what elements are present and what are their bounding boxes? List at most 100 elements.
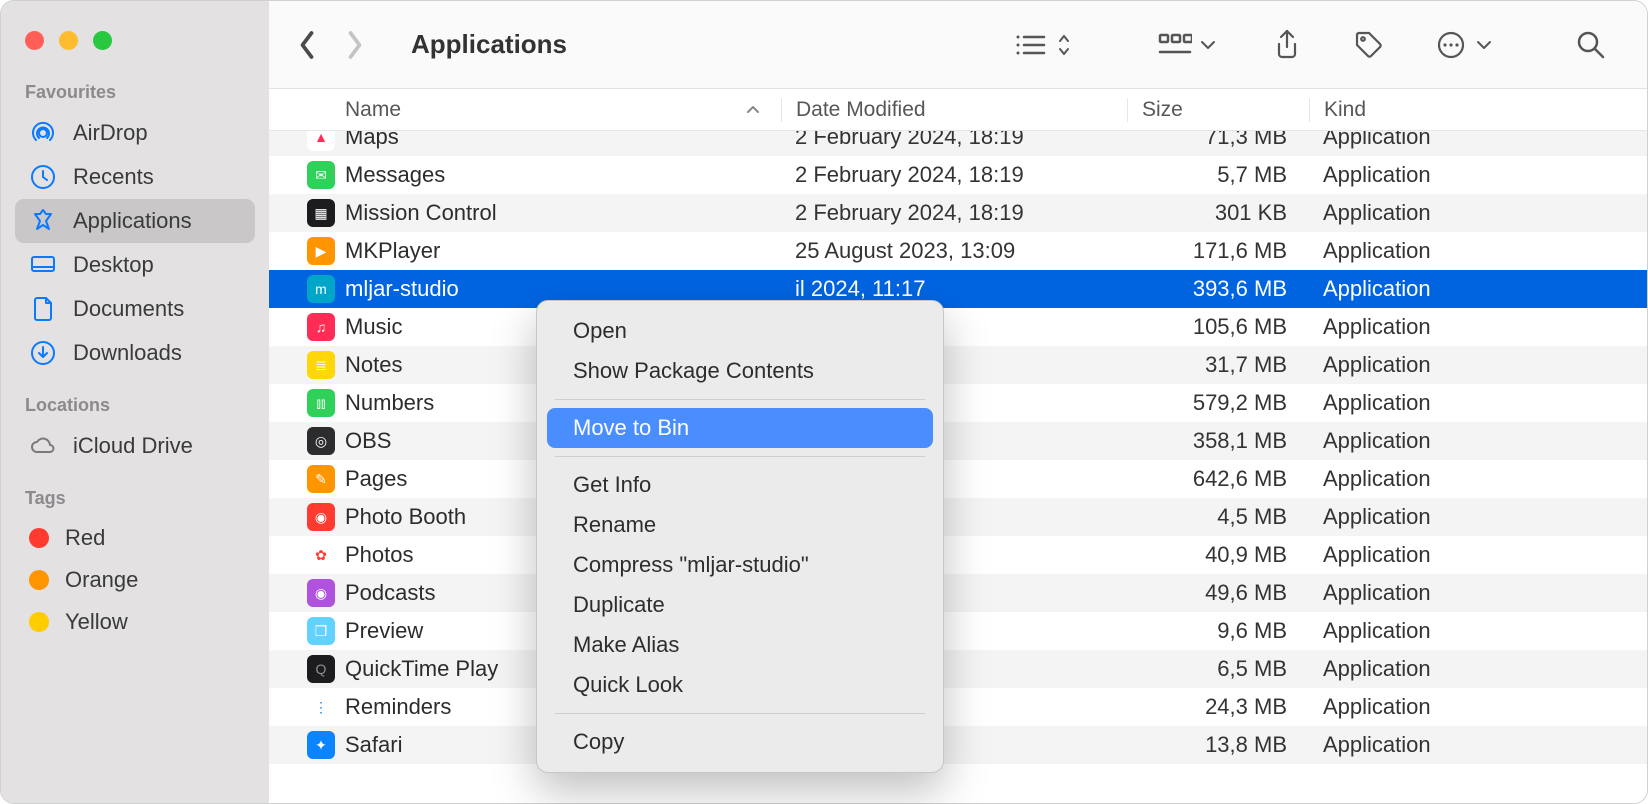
- sidebar-item-desktop[interactable]: Desktop: [15, 243, 255, 287]
- file-kind: Application: [1309, 428, 1647, 454]
- file-icon-cell: ✉︎: [269, 161, 345, 189]
- column-header-name[interactable]: Name: [269, 98, 781, 122]
- chevron-left-icon: [297, 30, 317, 60]
- context-menu-item-open[interactable]: Open: [547, 311, 933, 351]
- file-date-modified: 2 February 2024, 18:19: [781, 200, 1127, 226]
- column-header-date[interactable]: Date Modified: [781, 98, 1127, 122]
- file-row[interactable]: ≣ Notes 2024, 18:19 31,7 MB Application: [269, 346, 1647, 384]
- file-row[interactable]: ▲ Maps 2 February 2024, 18:19 71,3 MB Ap…: [269, 131, 1647, 156]
- search-button[interactable]: [1563, 17, 1619, 73]
- file-size: 5,7 MB: [1127, 162, 1309, 188]
- file-icon-cell: m: [269, 275, 345, 303]
- sidebar-item-recents[interactable]: Recents: [15, 155, 255, 199]
- context-menu-item-copy[interactable]: Copy: [547, 722, 933, 762]
- close-window-button[interactable]: [25, 31, 44, 50]
- context-menu-item-compress-mljar-studio[interactable]: Compress "mljar-studio": [547, 545, 933, 585]
- file-size: 40,9 MB: [1127, 542, 1309, 568]
- fullscreen-window-button[interactable]: [93, 31, 112, 50]
- file-row[interactable]: ♫ Music 2024, 18:19 105,6 MB Application: [269, 308, 1647, 346]
- file-row[interactable]: ✉︎ Messages 2 February 2024, 18:19 5,7 M…: [269, 156, 1647, 194]
- sidebar-item-applications[interactable]: Applications: [15, 199, 255, 243]
- sidebar-item-airdrop[interactable]: AirDrop: [15, 111, 255, 155]
- file-row[interactable]: ✦ Safari 2024, 18:19 13,8 MB Application: [269, 726, 1647, 764]
- sidebar-item-red[interactable]: Red: [15, 517, 255, 559]
- context-menu-item-duplicate[interactable]: Duplicate: [547, 585, 933, 625]
- file-kind: Application: [1309, 238, 1647, 264]
- tag-dot-icon: [29, 612, 49, 632]
- file-row[interactable]: ❐ Preview 2024, 18:19 9,6 MB Application: [269, 612, 1647, 650]
- grid-group-icon: [1158, 32, 1192, 58]
- sidebar-item-documents[interactable]: Documents: [15, 287, 255, 331]
- file-row[interactable]: ✿ Photos 2024, 18:19 40,9 MB Application: [269, 536, 1647, 574]
- file-name: MKPlayer: [345, 238, 781, 264]
- minimize-window-button[interactable]: [59, 31, 78, 50]
- forward-button[interactable]: [335, 25, 375, 65]
- file-kind: Application: [1309, 314, 1647, 340]
- file-size: 31,7 MB: [1127, 352, 1309, 378]
- context-menu-separator: [555, 713, 925, 714]
- file-row[interactable]: ◉ Photo Booth 2024, 18:19 4,5 MB Applica…: [269, 498, 1647, 536]
- tags-button[interactable]: [1341, 17, 1397, 73]
- file-row[interactable]: ◉ Podcasts 2024, 18:19 49,6 MB Applicati…: [269, 574, 1647, 612]
- file-row[interactable]: ⫾⫾ Numbers 2023, 11:32 579,2 MB Applicat…: [269, 384, 1647, 422]
- back-button[interactable]: [287, 25, 327, 65]
- app-icon: ◉: [307, 579, 335, 607]
- file-row[interactable]: ✎ Pages 2023, 11:32 642,6 MB Application: [269, 460, 1647, 498]
- file-icon-cell: Q: [269, 655, 345, 683]
- file-row[interactable]: m mljar-studio il 2024, 11:17 393,6 MB A…: [269, 270, 1647, 308]
- context-menu-item-show-package-contents[interactable]: Show Package Contents: [547, 351, 933, 391]
- file-kind: Application: [1309, 542, 1647, 568]
- chevron-down-icon: [1200, 39, 1216, 51]
- column-header-row: Name Date Modified Size Kind: [269, 89, 1647, 131]
- file-row[interactable]: ⋮ Reminders 2024, 18:19 24,3 MB Applicat…: [269, 688, 1647, 726]
- sidebar-item-label: Downloads: [73, 340, 182, 366]
- file-size: 105,6 MB: [1127, 314, 1309, 340]
- group-by-control[interactable]: [1129, 17, 1219, 73]
- column-header-size[interactable]: Size: [1127, 98, 1309, 122]
- sidebar-item-label: AirDrop: [73, 120, 148, 146]
- file-icon-cell: ✎: [269, 465, 345, 493]
- share-icon: [1273, 28, 1301, 62]
- share-button[interactable]: [1259, 17, 1315, 73]
- file-name: mljar-studio: [345, 276, 781, 302]
- context-menu-item-get-info[interactable]: Get Info: [547, 465, 933, 505]
- file-size: 6,5 MB: [1127, 656, 1309, 682]
- context-menu-separator: [555, 456, 925, 457]
- file-kind: Application: [1309, 276, 1647, 302]
- context-menu-item-move-to-bin[interactable]: Move to Bin: [547, 408, 933, 448]
- file-kind: Application: [1309, 618, 1647, 644]
- context-menu-item-rename[interactable]: Rename: [547, 505, 933, 545]
- sidebar-section-tags: Tags: [1, 482, 269, 517]
- file-size: 579,2 MB: [1127, 390, 1309, 416]
- file-kind: Application: [1309, 466, 1647, 492]
- app-icon: m: [307, 275, 335, 303]
- file-row[interactable]: ▦ Mission Control 2 February 2024, 18:19…: [269, 194, 1647, 232]
- app-icon: ✿: [307, 541, 335, 569]
- file-date-modified: 25 August 2023, 13:09: [781, 238, 1127, 264]
- sidebar-item-orange[interactable]: Orange: [15, 559, 255, 601]
- context-menu-separator: [555, 399, 925, 400]
- column-header-kind[interactable]: Kind: [1309, 98, 1647, 122]
- app-icon: ◎: [307, 427, 335, 455]
- context-menu-item-make-alias[interactable]: Make Alias: [547, 625, 933, 665]
- file-list[interactable]: ▲ Maps 2 February 2024, 18:19 71,3 MB Ap…: [269, 131, 1647, 803]
- context-menu-item-quick-look[interactable]: Quick Look: [547, 665, 933, 705]
- icloud-icon: [29, 432, 57, 460]
- file-row[interactable]: ◎ OBS 23, 08:30 358,1 MB Application: [269, 422, 1647, 460]
- app-icon: ✦: [307, 731, 335, 759]
- more-actions-button[interactable]: [1405, 17, 1495, 73]
- view-mode-control[interactable]: [985, 17, 1075, 73]
- file-icon-cell: ≣: [269, 351, 345, 379]
- file-size: 4,5 MB: [1127, 504, 1309, 530]
- file-icon-cell: ♫: [269, 313, 345, 341]
- file-size: 49,6 MB: [1127, 580, 1309, 606]
- desktop-icon: [29, 251, 57, 279]
- file-icon-cell: ⫾⫾: [269, 389, 345, 417]
- file-row[interactable]: Q QuickTime Play 2024, 18:19 6,5 MB Appl…: [269, 650, 1647, 688]
- sidebar-item-downloads[interactable]: Downloads: [15, 331, 255, 375]
- file-name: Messages: [345, 162, 781, 188]
- file-row[interactable]: ▶ MKPlayer 25 August 2023, 13:09 171,6 M…: [269, 232, 1647, 270]
- sidebar-item-yellow[interactable]: Yellow: [15, 601, 255, 643]
- sidebar-item-icloud-drive[interactable]: iCloud Drive: [15, 424, 255, 468]
- app-icon: ✎: [307, 465, 335, 493]
